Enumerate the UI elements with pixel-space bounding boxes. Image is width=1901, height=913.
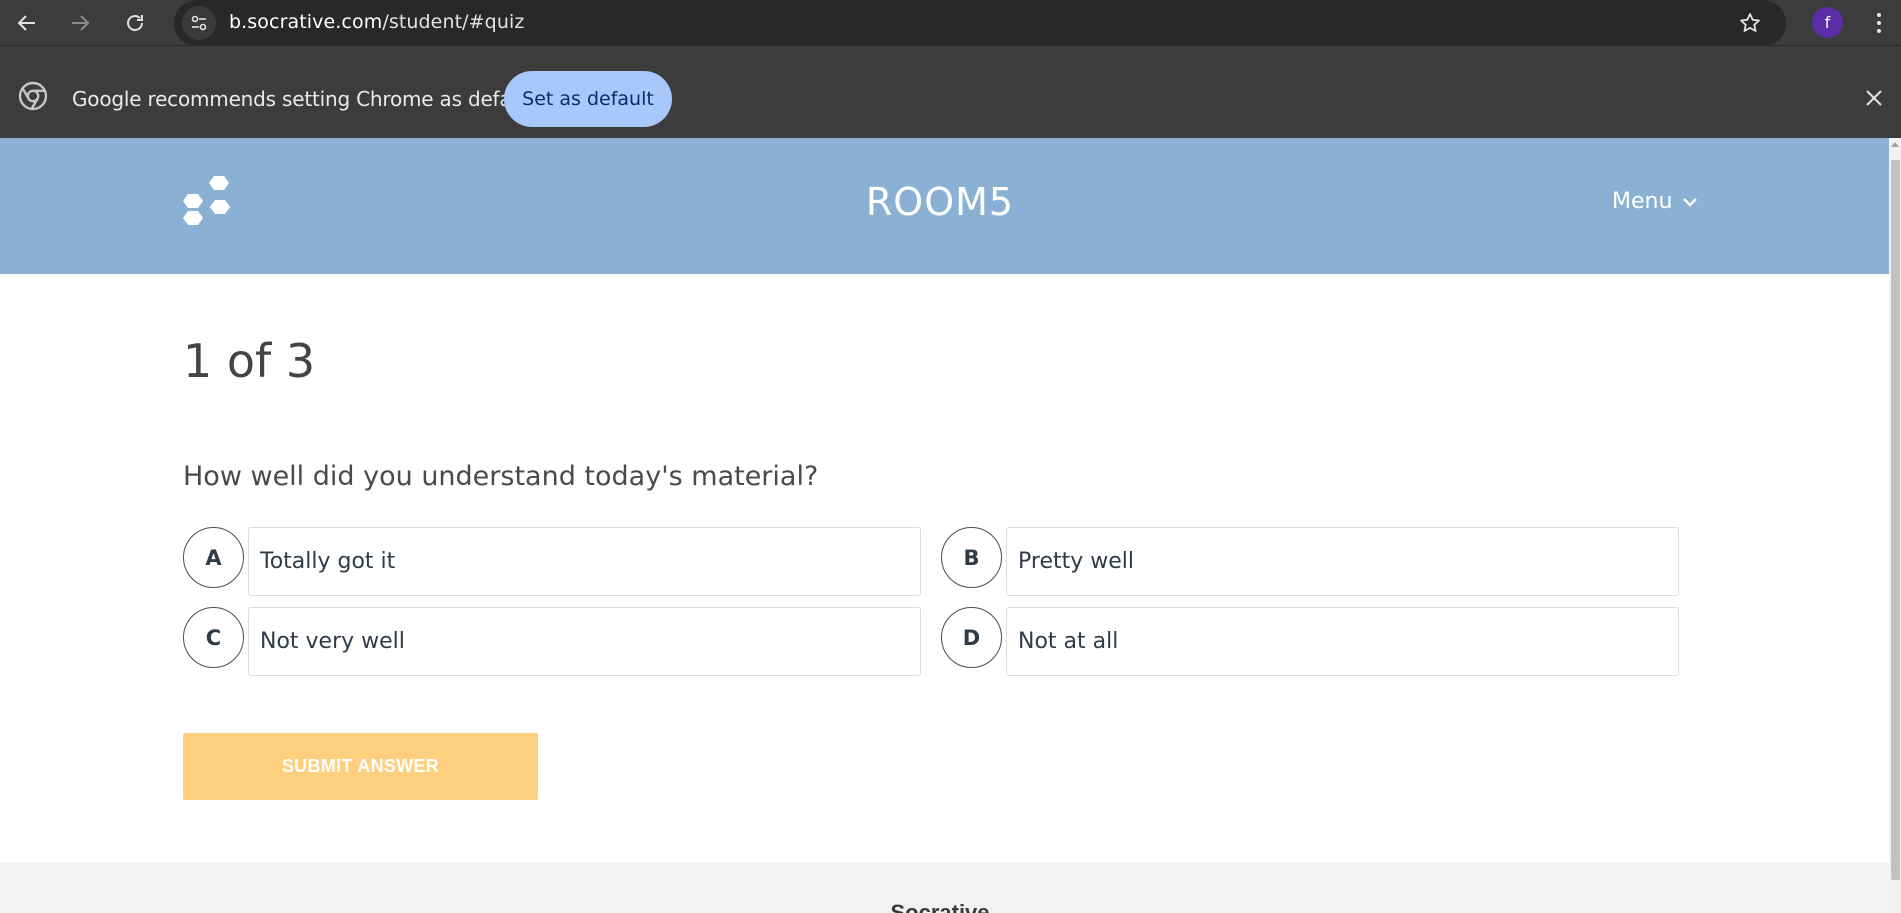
option-c-answer[interactable]: Not very well	[248, 607, 921, 676]
submit-answer-button[interactable]: SUBMIT ANSWER	[183, 733, 538, 800]
set-as-default-button[interactable]: Set as default	[504, 71, 672, 127]
menu-label: Menu	[1612, 189, 1673, 214]
option-b-letter[interactable]: B	[941, 527, 1002, 588]
footer-brand: Socrative	[890, 900, 990, 913]
page-scrollbar[interactable]	[1889, 138, 1901, 913]
scroll-thumb[interactable]	[1891, 160, 1900, 880]
option-c-letter[interactable]: C	[183, 607, 244, 668]
option-a-answer[interactable]: Totally got it	[248, 527, 921, 596]
url-host: b.socrative.com	[229, 11, 383, 33]
option-a-letter[interactable]: A	[183, 527, 244, 588]
option-b-answer[interactable]: Pretty well	[1006, 527, 1679, 596]
question-counter: 1 of 3	[183, 334, 316, 388]
infobar-message: Google recommends setting Chrome as defa…	[72, 87, 537, 111]
chevron-down-icon	[1683, 197, 1698, 207]
url-text[interactable]: b.socrative.com/student/#quiz	[229, 11, 524, 33]
profile-avatar[interactable]: f	[1812, 7, 1843, 38]
chrome-logo-icon	[18, 81, 48, 111]
menu-dropdown[interactable]: Menu	[1612, 189, 1698, 214]
close-icon[interactable]	[1862, 86, 1886, 110]
option-d-answer[interactable]: Not at all	[1006, 607, 1679, 676]
page-footer: Socrative	[0, 862, 1889, 913]
reload-icon[interactable]	[121, 9, 149, 37]
option-d-letter[interactable]: D	[941, 607, 1002, 668]
address-bar[interactable]: b.socrative.com/student/#quiz	[174, 0, 1786, 46]
site-info-icon[interactable]	[182, 6, 216, 40]
kebab-menu-icon[interactable]	[1866, 10, 1892, 36]
question-text: How well did you understand today's mate…	[183, 461, 819, 492]
forward-icon[interactable]	[66, 9, 94, 37]
app-header: ROOM5 Menu	[0, 138, 1889, 274]
back-icon[interactable]	[13, 9, 41, 37]
room-name: ROOM5	[865, 180, 1015, 224]
browser-toolbar: b.socrative.com/student/#quiz f	[0, 0, 1901, 46]
url-path: /student/#quiz	[382, 11, 525, 33]
bookmark-star-icon[interactable]	[1738, 11, 1762, 35]
default-browser-infobar: Google recommends setting Chrome as defa…	[0, 45, 1901, 138]
scroll-up-arrow-icon[interactable]	[1891, 142, 1899, 147]
